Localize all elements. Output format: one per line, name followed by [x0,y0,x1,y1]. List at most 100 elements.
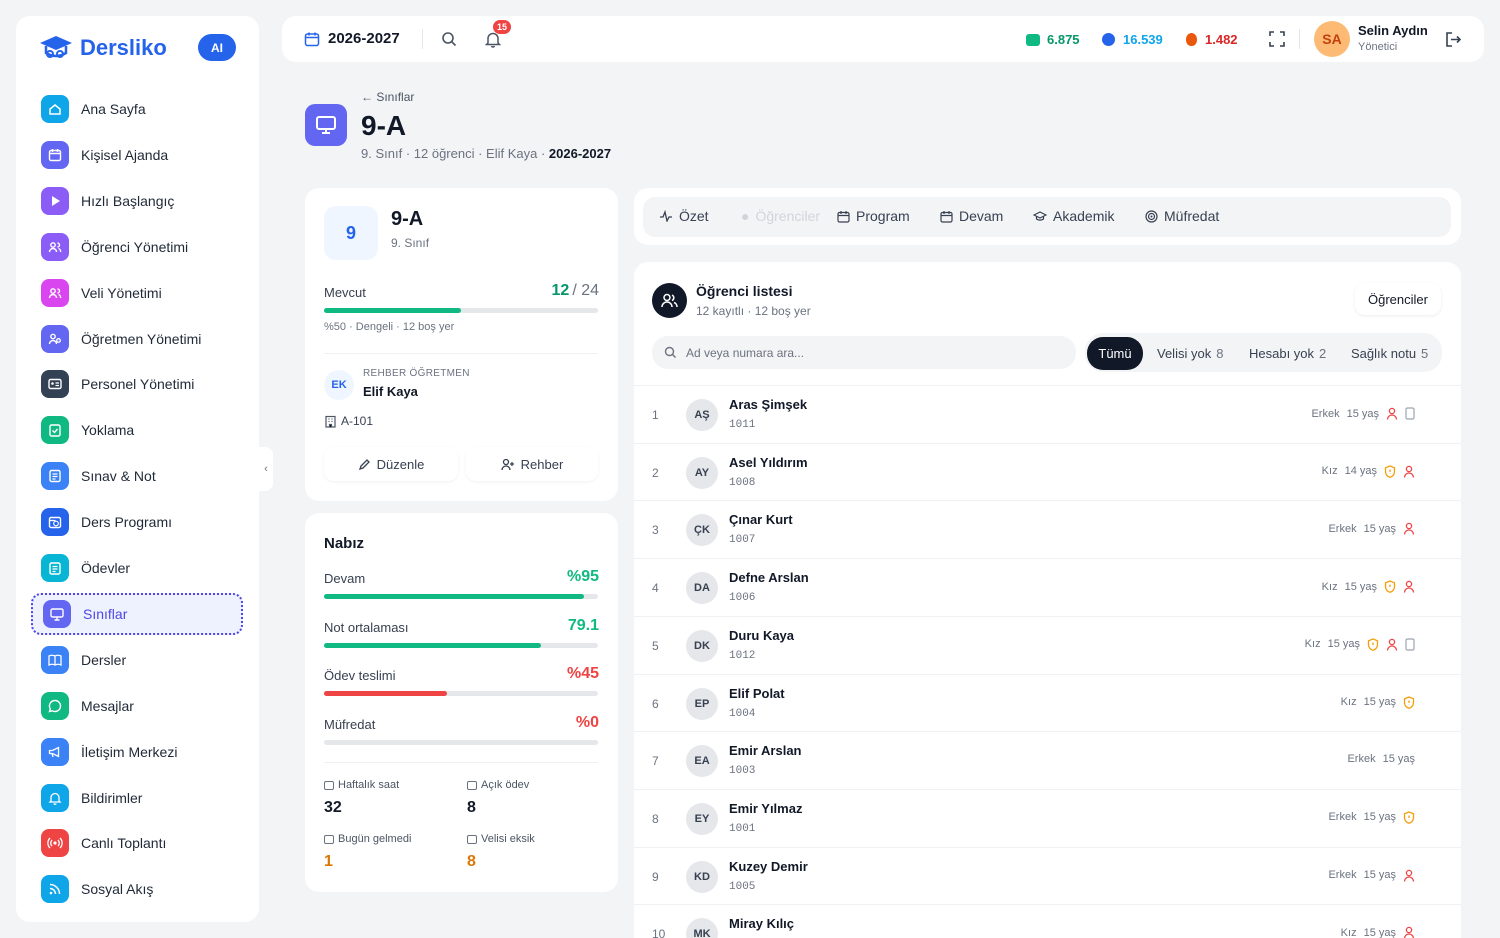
health-shield-icon [1367,638,1379,651]
sidebar-item-label: Bildirimler [81,789,143,806]
filter-no-account[interactable]: Hesabı yok 2 [1249,337,1326,370]
tab-curriculum[interactable]: Müfredat [1145,208,1219,224]
sidebar-item-label: Ana Sayfa [81,101,146,117]
activity-icon [660,210,672,222]
teacher-name: Elif Kaya [363,384,418,399]
table-row[interactable]: 3 ÇK Çınar Kurt 1007 Erkek 15 yaş [634,500,1461,558]
sidebar-item[interactable]: Sınav & Not [31,455,243,497]
student-meta: Kız 15 yaş [1321,580,1415,594]
sidebar-item[interactable]: Sınıflar [31,592,243,635]
filter-label: Tümü [1098,346,1132,361]
sidebar-item[interactable]: Kişisel Ajanda [31,134,243,176]
sidebar-item-label: Canlı Toplantı [81,835,167,852]
grade-label: 9. Sınıf [361,146,403,161]
metric-label: Devam [324,571,366,586]
student-age: 15 yaş [1346,407,1379,420]
student-gender: Erkek [1328,811,1357,824]
student-name: Kuzey Demir [729,858,808,874]
sidebar-item[interactable]: Dersler [31,639,243,681]
sidebar-item[interactable]: Veli Yönetimi [31,272,243,314]
student-age: 15 yaş [1363,811,1396,824]
student-name: Aras Şimşek [729,397,808,412]
tab-summary[interactable]: Özet [659,208,709,224]
search-input[interactable]: Ad veya numara ara... [652,336,1076,369]
sidebar-item[interactable]: Ödevler [31,547,243,589]
filter-all[interactable]: Tümü [1087,337,1143,370]
guide-button[interactable]: Rehber [466,447,598,481]
sidebar-item[interactable]: Bildirimler [31,777,243,819]
fact-value: 8 [467,853,476,870]
fact-value: 32 [324,799,342,816]
page-subtitle: 9. Sınıf · 12 öğrenci · Elif Kaya · 2026… [361,146,612,161]
breadcrumb[interactable]: ← Sınıflar [361,90,414,104]
sidebar-item[interactable]: Sosyal Akış [31,868,243,910]
sidebar-item[interactable]: İletişim Merkezi [31,731,243,773]
edit-button[interactable]: Düzenle [324,447,458,481]
student-avatar: AŞ [686,399,718,431]
health-shield-icon [1403,695,1415,709]
sidebar-item[interactable]: Hızlı Başlangıç [31,180,243,222]
sidebar-item[interactable]: Öğrenci Yönetimi [31,226,243,268]
no-parent-icon [1403,580,1415,593]
student-gender: Kız [1321,580,1338,593]
student-avatar: EY [686,802,718,835]
sidebar-item[interactable]: Yoklama [31,409,243,451]
fact-label: Açık ödev [467,779,529,791]
filter-count: 2 [1319,346,1327,361]
brand-logo[interactable]: Dersliko [38,34,167,62]
table-row[interactable]: 10 MK Miray Kılıç Kız 15 yaş [634,904,1461,938]
table-row[interactable]: 7 EA Emir Arslan 1003 Erkek 15 yaş [634,731,1461,789]
sidebar-item-label: Personel Yönetimi [81,376,195,393]
sidebar-item[interactable]: Öğretmen Yönetimi [31,318,243,360]
ai-button[interactable]: AI [198,34,236,61]
year-label: 2026-2027 [328,30,400,47]
filter-no-parent[interactable]: Velisi yok 8 [1157,337,1223,370]
sidebar-item[interactable]: Ana Sayfa [31,88,243,130]
student-name: Miray Kılıç [729,916,795,932]
user-avatar[interactable]: SA [1314,21,1350,57]
calendar-icon [837,210,850,223]
stat-value: 1.482 [1205,32,1238,47]
sidebar-item[interactable]: Ders Programı [31,501,243,543]
tab-program[interactable]: Program [837,208,910,224]
users-icon [41,278,69,307]
pencil-icon [358,458,370,470]
sidebar-collapse-button[interactable]: ‹ [259,447,273,491]
fullscreen-icon[interactable] [1268,30,1286,48]
student-gender: Erkek [1311,407,1340,420]
table-row[interactable]: 9 KD Kuzey Demir 1005 Erkek 15 yaş [634,846,1461,905]
sidebar-item[interactable]: Personel Yönetimi [31,363,243,405]
logout-icon[interactable] [1444,30,1462,48]
capacity-current: 12 [551,282,570,299]
capacity-bar [324,308,598,313]
teacher-name: Elif Kaya [486,146,538,161]
health-shield-icon [1384,464,1396,478]
tab-attendance[interactable]: Devam [940,208,1003,224]
table-row[interactable]: 2 AY Asel Yıldırım 1008 Kız 14 yaş [634,442,1461,501]
teacher-avatar: EK [324,370,354,400]
table-row[interactable]: 4 DA Defne Arslan 1006 Kız 15 yaş [634,558,1461,616]
sidebar-item[interactable]: Canlı Toplantı [31,822,243,864]
metric-bar [324,691,598,696]
capacity-max: / 24 [572,282,599,299]
guide-label: Rehber [520,456,564,472]
tab-students[interactable]: ● Öğrenciler [741,208,820,224]
table-row[interactable]: 8 EY Emir Yılmaz 1001 Erkek 15 yaş [634,788,1461,847]
students-button[interactable]: Öğrenciler [1355,283,1441,315]
filter-health-note[interactable]: Sağlık notu 5 [1351,337,1428,370]
metric-value: %45 [566,665,599,682]
tab-academic[interactable]: Akademik [1033,208,1114,224]
arrow-left-icon: ← [361,90,373,104]
tab-label: Müfredat [1164,208,1220,224]
fire-icon [1186,33,1197,46]
year-selector[interactable]: 2026-2027 [304,30,400,47]
search-icon[interactable] [440,30,458,48]
table-row[interactable]: 1 AŞ Aras Şimşek 1011 Erkek 15 yaş [634,385,1461,443]
sidebar-item-label: Hızlı Başlangıç [81,192,175,209]
brand-name: Dersliko [80,35,167,60]
sidebar-item[interactable]: Mesajlar [31,685,243,727]
student-name: Defne Arslan [729,570,809,586]
room-info: A-101 [324,414,373,428]
table-row[interactable]: 5 DK Duru Kaya 1012 Kız 15 yaş [634,615,1461,674]
table-row[interactable]: 6 EP Elif Polat 1004 Kız 15 yaş [634,673,1461,732]
